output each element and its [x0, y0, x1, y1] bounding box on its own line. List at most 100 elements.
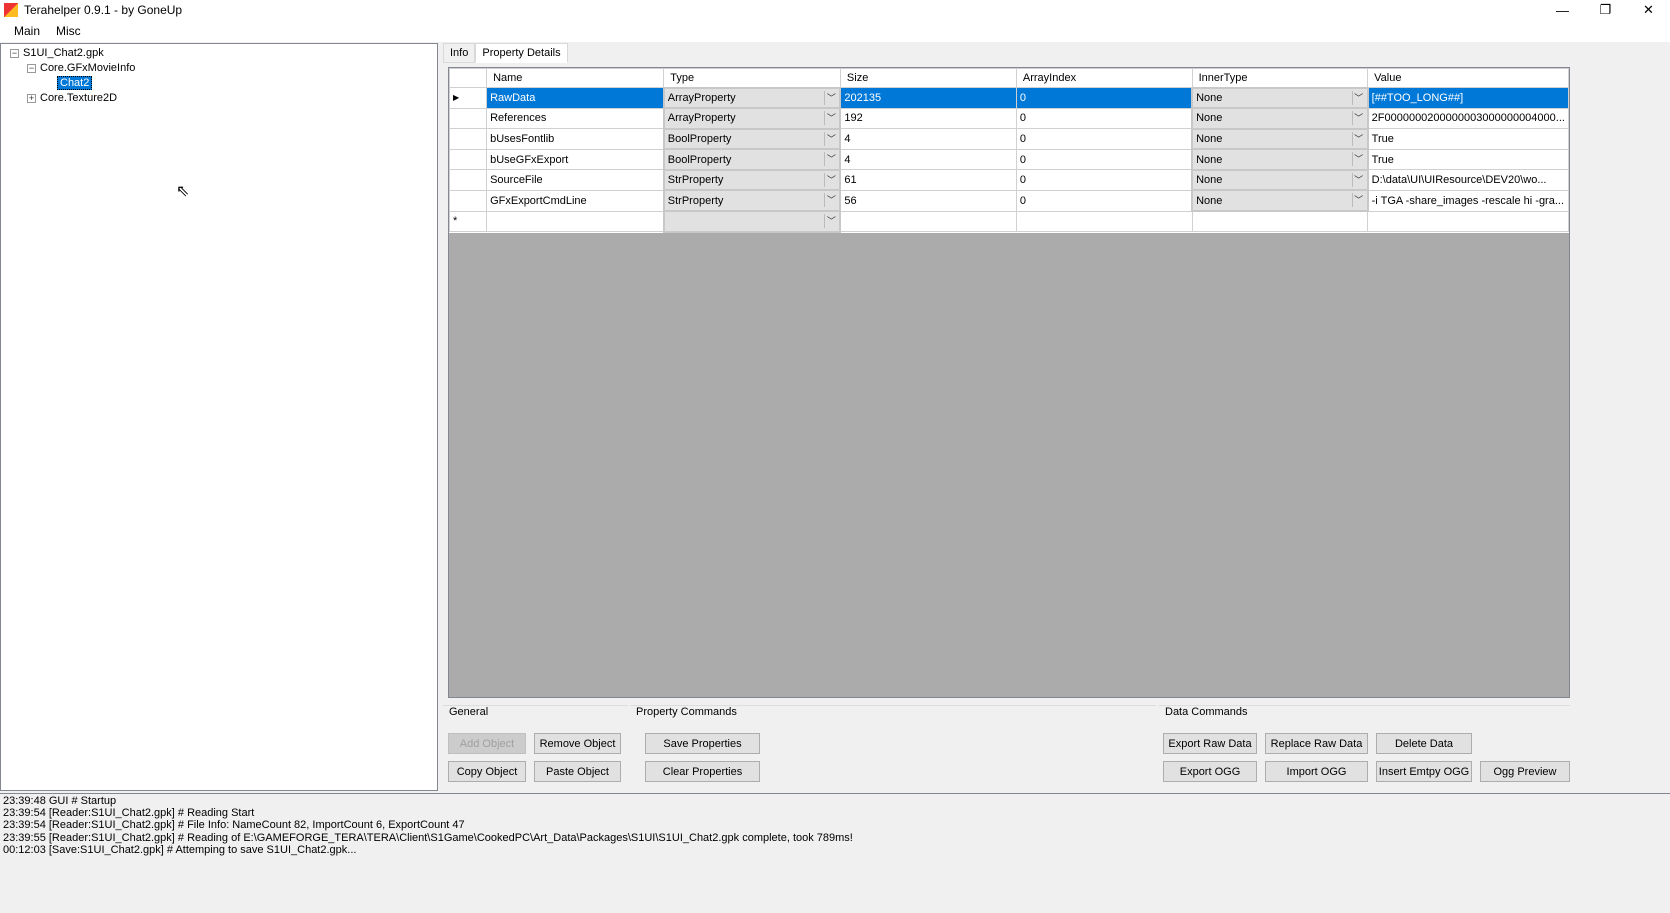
property-grid[interactable]: Name Type Size ArrayIndex InnerType Value ▶ Ra… [448, 67, 1570, 698]
copy-object-button[interactable]: Copy Object [448, 761, 526, 782]
table-row[interactable]: bUsesFontlib BoolProperty ﹀ 4 0 None ﹀ True [449, 127, 1569, 151]
save-properties-button[interactable]: Save Properties [645, 733, 760, 754]
cell-type[interactable]: StrProperty ﹀ [662, 189, 842, 213]
paste-object-button[interactable]: Paste Object [534, 761, 621, 782]
row-header[interactable]: ▶ [449, 87, 488, 109]
row-header[interactable] [449, 148, 488, 171]
cell-innertype[interactable]: None ﹀ [1191, 189, 1369, 213]
column-header-size[interactable]: Size [839, 68, 1017, 88]
dropdown-arrow-icon[interactable]: ﹀ [1351, 111, 1365, 126]
tree-node-root[interactable]: − S1UI_Chat2.gpk [10, 47, 104, 59]
object-tree[interactable]: − S1UI_Chat2.gpk − Core.GFxMovieInfo Chat2… [0, 43, 438, 791]
restore-button[interactable]: ❐ [1584, 0, 1627, 20]
row-header[interactable] [449, 189, 488, 212]
ogg-preview-button[interactable]: Ogg Preview [1480, 761, 1570, 782]
cell-innertype[interactable]: None ﹀ [1191, 168, 1369, 192]
dropdown-arrow-icon[interactable]: ﹀ [824, 214, 837, 229]
dropdown-arrow-icon[interactable]: ﹀ [1351, 90, 1365, 105]
export-ogg-button[interactable]: Export OGG [1163, 761, 1257, 782]
row-header[interactable] [449, 107, 488, 130]
cell-value[interactable]: True [1367, 148, 1569, 171]
cell-size[interactable]: 56 [839, 189, 1017, 212]
delete-data-button[interactable]: Delete Data [1376, 733, 1472, 754]
row-header[interactable]: * [449, 210, 488, 233]
cell-innertype[interactable]: None ﹀ [1191, 127, 1369, 151]
table-row[interactable]: GFxExportCmdLine StrProperty ﹀ 56 0 None ﹀ -i T… [449, 189, 1569, 213]
tab-info[interactable]: Info [443, 43, 476, 63]
dropdown-arrow-icon[interactable]: ﹀ [824, 90, 837, 105]
close-button[interactable]: ✕ [1627, 0, 1670, 20]
column-header-name[interactable]: Name [486, 68, 665, 88]
dropdown-arrow-icon[interactable]: ﹀ [824, 152, 837, 167]
tree-node-chat2[interactable]: Chat2 [57, 76, 93, 90]
table-row[interactable]: bUseGFxExport BoolProperty ﹀ 4 0 None ﹀ True [449, 148, 1569, 171]
cell-name[interactable]: bUseGFxExport [486, 148, 665, 171]
cell-innertype[interactable]: None ﹀ [1191, 86, 1369, 110]
cell-arrayindex[interactable]: 0 [1015, 87, 1193, 109]
cell-value[interactable]: [##TOO_LONG##] [1367, 87, 1569, 109]
tree-node-texture2d[interactable]: + Core.Texture2D [27, 92, 117, 104]
cell-size[interactable]: 4 [839, 148, 1017, 171]
new-cell[interactable] [1015, 210, 1193, 233]
tree-node-gfxmovieinfo[interactable]: − Core.GFxMovieInfo [27, 62, 135, 74]
dropdown-arrow-icon[interactable]: ﹀ [824, 131, 837, 146]
dropdown-arrow-icon[interactable]: ﹀ [1351, 193, 1365, 208]
cell-type[interactable]: BoolProperty ﹀ [662, 148, 842, 171]
cell-size[interactable]: 192 [839, 107, 1017, 130]
cell-name[interactable]: References [486, 107, 665, 130]
cell-arrayindex[interactable]: 0 [1015, 107, 1193, 130]
new-cell[interactable]: ﹀ [662, 210, 842, 233]
cell-name[interactable]: SourceFile [486, 169, 665, 191]
collapse-icon[interactable]: − [27, 63, 36, 73]
replace-raw-data-button[interactable]: Replace Raw Data [1265, 733, 1368, 754]
new-row[interactable]: * ﹀ [449, 210, 1569, 233]
insert-empty-ogg-button[interactable]: Insert Emtpy OGG [1376, 761, 1472, 782]
clear-properties-button[interactable]: Clear Properties [645, 761, 760, 782]
cell-value[interactable]: 2F0000000200000003000000004000... [1367, 107, 1569, 130]
cell-size[interactable]: 202135 [839, 87, 1017, 109]
dropdown-arrow-icon[interactable]: ﹀ [824, 193, 837, 208]
table-row[interactable]: SourceFile StrProperty ﹀ 61 0 None ﹀ D:\data\UI… [449, 168, 1569, 192]
cell-size[interactable]: 4 [839, 128, 1017, 150]
column-header-value[interactable]: Value [1367, 68, 1569, 88]
new-cell[interactable] [1191, 210, 1369, 233]
table-row[interactable]: ▶ RawData ArrayProperty ﹀ 202135 0 None ﹀ [##TOO… [449, 86, 1569, 110]
dropdown-arrow-icon[interactable]: ﹀ [1351, 152, 1365, 167]
row-header[interactable] [449, 128, 488, 150]
row-header[interactable] [449, 169, 488, 191]
cell-name[interactable]: RawData [486, 87, 665, 109]
cell-value[interactable]: D:\data\UI\UIResource\DEV20\wo... [1367, 169, 1569, 191]
dropdown-arrow-icon[interactable]: ﹀ [1351, 172, 1365, 187]
new-cell[interactable] [839, 210, 1017, 233]
add-object-button[interactable]: Add Object [448, 733, 526, 754]
cell-size[interactable]: 61 [839, 169, 1017, 191]
export-raw-data-button[interactable]: Export Raw Data [1163, 733, 1257, 754]
cell-value[interactable]: -i TGA -share_images -rescale hi -gra... [1367, 189, 1569, 212]
cell-arrayindex[interactable]: 0 [1015, 169, 1193, 191]
column-header-type[interactable]: Type [663, 68, 841, 88]
table-row[interactable]: References ArrayProperty ﹀ 192 0 None ﹀ 2F00000… [449, 107, 1569, 130]
cell-value[interactable]: True [1367, 128, 1569, 150]
new-cell[interactable] [1367, 210, 1569, 233]
menu-misc[interactable]: Misc [48, 24, 89, 38]
cell-arrayindex[interactable]: 0 [1015, 148, 1193, 171]
cell-type[interactable]: StrProperty ﹀ [662, 168, 842, 192]
cell-type[interactable]: ArrayProperty ﹀ [662, 107, 842, 130]
cell-innertype[interactable]: None ﹀ [1191, 107, 1369, 130]
cell-type[interactable]: ArrayProperty ﹀ [662, 86, 842, 110]
collapse-icon[interactable]: − [10, 48, 19, 58]
dropdown-arrow-icon[interactable]: ﹀ [1351, 131, 1365, 146]
menu-main[interactable]: Main [6, 24, 48, 38]
dropdown-arrow-icon[interactable]: ﹀ [824, 111, 837, 126]
import-ogg-button[interactable]: Import OGG [1265, 761, 1368, 782]
new-cell[interactable] [486, 210, 665, 233]
remove-object-button[interactable]: Remove Object [534, 733, 621, 754]
tab-property-details[interactable]: Property Details [475, 43, 568, 63]
expand-icon[interactable]: + [27, 93, 36, 103]
cell-name[interactable]: GFxExportCmdLine [486, 189, 665, 212]
column-header-arrayindex[interactable]: ArrayIndex [1015, 68, 1193, 88]
dropdown-arrow-icon[interactable]: ﹀ [824, 172, 837, 187]
cell-name[interactable]: bUsesFontlib [486, 128, 665, 150]
log-output[interactable]: 23:39:48 GUI # Startup 23:39:54 [Reader:S… [0, 793, 1670, 913]
cell-innertype[interactable]: None ﹀ [1191, 148, 1369, 171]
